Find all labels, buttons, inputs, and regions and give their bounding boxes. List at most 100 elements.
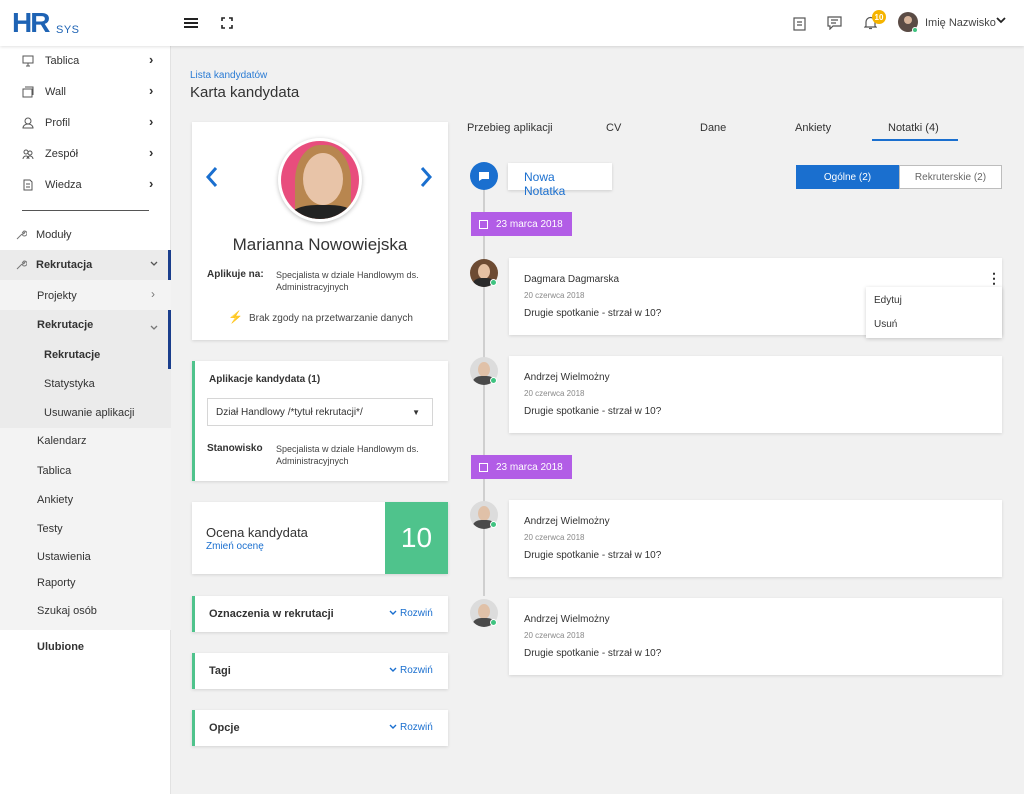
sidebar-item-projekty[interactable]: Projekty › [0, 281, 171, 311]
application-select-value: Dział Handlowy /*tytuł rekrutacji*/ [216, 407, 363, 418]
sidebar-item-tablica[interactable]: Tablica › [0, 46, 171, 76]
previous-arrow-icon[interactable] [205, 164, 219, 195]
date-tag: 23 marca 2018 [471, 455, 572, 479]
sidebar-item-rekrutacje[interactable]: Rekrutacje [0, 340, 168, 370]
chevron-down-icon[interactable] [996, 15, 1006, 27]
menu-item-edit[interactable]: Edytuj [874, 295, 902, 306]
filter-recruiter-button[interactable]: Rekruterskie (2) [899, 165, 1002, 189]
position-label: Stanowisko [207, 443, 263, 454]
note-date: 20 czerwca 2018 [524, 291, 585, 300]
sidebar-item-kalendarz[interactable]: Kalendarz [0, 426, 171, 456]
section-title: Tagi [209, 665, 231, 677]
no-consent-icon: ⚡ [228, 310, 243, 324]
candidate-photo [278, 138, 362, 222]
online-status-dot [490, 619, 497, 626]
chevron-right-icon: › [151, 287, 155, 301]
menu-item-delete[interactable]: Usuń [874, 319, 897, 330]
note-icon[interactable] [470, 162, 498, 190]
document-icon [22, 179, 34, 191]
section-title: Opcje [209, 722, 240, 734]
next-arrow-icon[interactable] [419, 164, 433, 195]
sidebar-item-usuwanie[interactable]: Usuwanie aplikacji [0, 398, 171, 428]
page-title: Karta kandydata [190, 84, 300, 101]
position-value: Specjalista w dziale Handlowym ds. Admin… [276, 444, 419, 466]
tab-przebieg[interactable]: Przebieg aplikacji [467, 122, 553, 134]
section-tagi[interactable]: Tagi Rozwiń [192, 653, 448, 689]
section-oznaczenia[interactable]: Oznaczenia w rekrutacji Rozwiń [192, 596, 448, 632]
wrench-icon [15, 229, 28, 241]
sidebar-item-tablica-sub[interactable]: Tablica [0, 456, 171, 486]
sidebar-item-label: Testy [37, 523, 63, 535]
note-card: Andrzej Wielmożny 20 czerwca 2018 Drugie… [509, 598, 1002, 675]
sidebar-item-ankiety[interactable]: Ankiety [0, 485, 171, 515]
note-text: Drugie spotkanie - strzał w 10? [524, 550, 662, 561]
logo-text: HR [12, 7, 50, 38]
sidebar-item-wiedza[interactable]: Wiedza › [0, 170, 171, 200]
user-name[interactable]: Imię Nazwisko [925, 17, 996, 29]
filter-general-button[interactable]: Ogólne (2) [796, 165, 899, 189]
sidebar-item-label: Rekrutacja [36, 259, 93, 271]
sidebar-item-label: Statystyka [44, 378, 95, 390]
sidebar-item-label: Rekrutacje [44, 349, 101, 361]
sidebar-item-profil[interactable]: Profil › [0, 108, 171, 138]
consent-warning: ⚡ Brak zgody na przetwarzanie danych [228, 310, 413, 324]
app-logo[interactable]: HR SYS [12, 7, 79, 38]
messages-icon[interactable] [825, 14, 843, 32]
active-tab-indicator [872, 139, 958, 141]
expand-link[interactable]: Rozwiń [389, 608, 433, 619]
note-date: 20 czerwca 2018 [524, 631, 585, 640]
active-indicator [168, 310, 171, 370]
sidebar-item-label: Wall [45, 86, 66, 98]
chevron-down-icon [150, 259, 158, 270]
tab-dane[interactable]: Dane [700, 122, 726, 134]
sidebar-item-raporty[interactable]: Raporty [0, 568, 171, 598]
note-author: Dagmara Dagmarska [524, 274, 620, 285]
rating-score: 10 [385, 502, 448, 574]
clipboard-icon[interactable] [790, 14, 808, 32]
applications-card: Aplikacje kandydata (1) Dział Handlowy /… [192, 361, 448, 481]
tab-ankiety[interactable]: Ankiety [795, 122, 831, 134]
breadcrumb[interactable]: Lista kandydatów [190, 70, 267, 81]
sidebar-item-testy[interactable]: Testy [0, 514, 171, 544]
sidebar-item-szukaj[interactable]: Szukaj osób [0, 596, 171, 626]
chevron-down-icon [150, 319, 158, 334]
sidebar-item-label: Projekty [37, 290, 77, 302]
note-text: Drugie spotkanie - strzał w 10? [524, 406, 662, 417]
sidebar-item-statystyka[interactable]: Statystyka [0, 369, 171, 399]
expand-link[interactable]: Rozwiń [389, 722, 433, 733]
chevron-right-icon: › [149, 52, 154, 67]
expand-link-label: Rozwiń [400, 608, 433, 619]
calendar-icon [479, 219, 488, 229]
sidebar: Tablica › Wall › Profil › Zespół › Wiedz… [0, 46, 171, 794]
note-context-menu: Edytuj Usuń [866, 287, 1002, 338]
application-select[interactable]: Dział Handlowy /*tytuł rekrutacji*/ ▼ [207, 398, 433, 426]
note-date: 20 czerwca 2018 [524, 533, 585, 542]
expand-link[interactable]: Rozwiń [389, 665, 433, 676]
new-note-button[interactable]: Nowa Notatka [508, 163, 612, 198]
tab-cv[interactable]: CV [606, 122, 621, 134]
fullscreen-icon[interactable] [218, 14, 236, 32]
section-opcje[interactable]: Opcje Rozwiń [192, 710, 448, 746]
chevron-right-icon: › [149, 176, 154, 191]
applications-title: Aplikacje kandydata (1) [209, 374, 321, 385]
note-text: Drugie spotkanie - strzał w 10? [524, 648, 662, 659]
hamburger-menu-icon[interactable] [182, 14, 200, 32]
sidebar-item-rekrutacje-group[interactable]: Rekrutacje [0, 310, 168, 340]
rating-title: Ocena kandydata [206, 525, 308, 540]
candidate-name: Marianna Nowowiejska [232, 235, 408, 254]
timeline-line [483, 176, 485, 596]
tab-notatki[interactable]: Notatki (4) [888, 122, 939, 134]
more-options-icon[interactable]: ⋮ [987, 270, 1001, 287]
online-status-dot [490, 279, 497, 286]
note-card: Andrzej Wielmożny 20 czerwca 2018 Drugie… [509, 356, 1002, 433]
sidebar-item-rekrutacja[interactable]: Rekrutacja [0, 250, 168, 280]
sidebar-item-moduly[interactable]: Moduły [0, 220, 171, 250]
sidebar-item-zespol[interactable]: Zespół › [0, 139, 171, 169]
sidebar-item-label: Kalendarz [37, 435, 87, 447]
sidebar-item-label: Rekrutacje [37, 319, 94, 331]
change-rating-link[interactable]: Zmień ocenę [206, 541, 264, 552]
date-tag: 23 marca 2018 [471, 212, 572, 236]
sidebar-item-wall[interactable]: Wall › [0, 77, 171, 107]
sidebar-item-ulubione[interactable]: Ulubione [0, 632, 171, 662]
sidebar-item-label: Tablica [37, 465, 72, 477]
